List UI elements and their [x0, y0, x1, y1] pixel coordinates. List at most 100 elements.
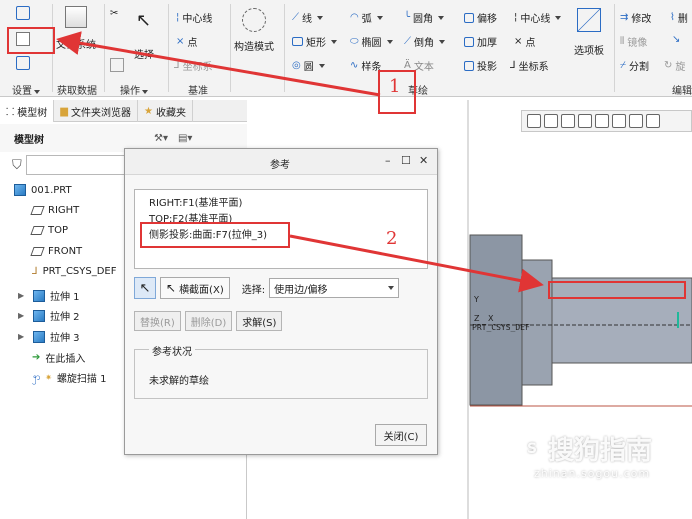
tree-item-extrude-3[interactable]: ▶ 拉伸 3	[18, 329, 80, 344]
file-system-icon	[65, 6, 87, 28]
delete-button[interactable]: 删除(D)	[184, 311, 233, 331]
paste-icon[interactable]	[110, 58, 124, 72]
arc-button[interactable]: ◠ 弧	[350, 10, 383, 25]
maximize-icon[interactable]: ☐	[401, 154, 411, 167]
expand-icon[interactable]: ▶	[18, 291, 28, 300]
palette-button[interactable]: 选项板	[574, 8, 604, 57]
group-get-data: 获取数据	[57, 86, 97, 97]
insert-arrow-icon: ➔	[32, 352, 41, 363]
saved-views-icon[interactable]	[612, 114, 626, 128]
datum-display-icon[interactable]	[646, 114, 660, 128]
tree-settings-icon[interactable]: ⚒▾	[154, 133, 168, 144]
view-toolbar	[521, 110, 692, 132]
repaint-icon[interactable]	[578, 114, 592, 128]
cursor-icon: ↖	[166, 281, 177, 295]
annotation-box-edge	[548, 281, 686, 299]
action-row: 替换(R) 删除(D) 求解(S)	[134, 311, 283, 331]
tab-folder-browser[interactable]: ▆ 文件夹浏览器	[54, 100, 138, 122]
axis-z-label: Z	[474, 314, 480, 323]
zoom-in-icon[interactable]	[544, 114, 558, 128]
sketch-setup-icon[interactable]	[16, 6, 30, 20]
sketch-view-icon[interactable]	[629, 114, 643, 128]
minimize-icon[interactable]: –	[385, 154, 391, 167]
circle-button[interactable]: ◎ 圆	[292, 58, 325, 73]
extra-edit-icon[interactable]: ↘	[672, 34, 680, 45]
file-system-button[interactable]: 文件系统	[56, 6, 96, 51]
cursor-icon: ↖	[139, 280, 151, 296]
modify-button[interactable]: ⇉ 修改	[620, 10, 651, 25]
expand-icon[interactable]: ▶	[18, 332, 28, 341]
group-operations[interactable]: 操作	[120, 82, 148, 97]
part-icon	[14, 184, 26, 196]
offset-button[interactable]: 偏移	[464, 10, 497, 25]
close-icon[interactable]: ✕	[419, 154, 428, 167]
close-button[interactable]: 关闭(C)	[375, 424, 427, 446]
group-settings[interactable]: 设置	[12, 82, 40, 97]
annotation-number-1: 1	[389, 76, 401, 97]
tree-search-input[interactable]	[25, 155, 136, 175]
expand-icon[interactable]: ▶	[18, 311, 28, 320]
tab-favorites[interactable]: ★ 收藏夹	[138, 100, 193, 122]
tree-item-helical-sweep[interactable]: ꩭ ✷ 螺旋扫描 1	[32, 370, 106, 385]
solve-button[interactable]: 求解(S)	[236, 311, 283, 331]
sketch-point-button[interactable]: × 点	[514, 34, 535, 49]
tree-item-csys[interactable]: ⅃ PRT_CSYS_DEF	[32, 266, 117, 277]
ellipse-button[interactable]: ⬭ 椭圆	[350, 34, 393, 49]
extrude-icon	[33, 289, 45, 302]
select-button[interactable]: 选择	[134, 46, 154, 61]
select-reference-button[interactable]: ↖	[134, 277, 156, 299]
display-style-icon[interactable]	[595, 114, 609, 128]
fillet-button[interactable]: ╰ 圆角	[404, 10, 445, 25]
tree-columns-icon[interactable]: ▤▾	[178, 133, 192, 144]
sketch-centerline-button[interactable]: ¦ 中心线	[514, 10, 562, 25]
project-button[interactable]: 投影	[464, 58, 497, 73]
tree-item-part[interactable]: 001.PRT	[14, 184, 72, 196]
select-mode-dropdown[interactable]: 使用边/偏移	[269, 278, 400, 298]
datum-csys-button[interactable]: ⅃ 坐标系	[174, 58, 213, 73]
thicken-button[interactable]: 加厚	[464, 34, 497, 49]
delete-segment-button[interactable]: ⌇ 删	[670, 10, 688, 25]
separator	[168, 4, 169, 92]
status-legend: 参考状况	[149, 343, 195, 358]
datum-point-button[interactable]: × 点	[176, 34, 197, 49]
tree-item-extrude-1[interactable]: ▶ 拉伸 1	[18, 288, 80, 303]
replace-button[interactable]: 替换(R)	[134, 311, 181, 331]
cross-section-button[interactable]: ↖ 横截面(X)	[160, 277, 230, 299]
tree-item-insert-here[interactable]: ➔ 在此插入	[32, 350, 85, 365]
tree-item-right[interactable]: RIGHT	[30, 205, 79, 216]
axis-y-label: Y	[474, 295, 479, 304]
dialog-titlebar[interactable]: 参考 – ☐ ✕	[125, 149, 437, 175]
filter-icon[interactable]: ⛉	[12, 158, 22, 173]
plane-icon	[30, 226, 45, 235]
csys-icon: ⅃	[32, 266, 38, 277]
separator	[230, 4, 231, 92]
divide-button[interactable]: ⌿ 分割	[620, 58, 649, 73]
tree-item-extrude-2[interactable]: ▶ 拉伸 2	[18, 308, 80, 323]
zoom-out-icon[interactable]	[561, 114, 575, 128]
reference-item[interactable]: RIGHT:F1(基准平面)	[149, 194, 242, 209]
palette-icon	[577, 8, 601, 32]
tab-model-tree[interactable]: ⸬ 模型树	[0, 100, 55, 122]
construction-mode-button[interactable]: 构造模式	[234, 8, 274, 53]
references-dialog: 参考 – ☐ ✕ RIGHT:F1(基准平面) TOP:F2(基准平面) 侧影投…	[124, 148, 438, 455]
datum-centerline-button[interactable]: ¦ 中心线	[176, 10, 212, 25]
tree-item-top[interactable]: TOP	[30, 225, 68, 236]
extrude-icon	[33, 330, 45, 343]
new-feature-icon: ✷	[45, 373, 52, 382]
chamfer-button[interactable]: ⟋ 倒角	[404, 34, 445, 49]
group-datum: 基准	[188, 86, 208, 97]
refit-icon[interactable]	[527, 114, 541, 128]
sketch-csys-button[interactable]: ⅃ 坐标系	[510, 58, 549, 73]
plane-icon	[30, 206, 45, 215]
rotate-resize-button[interactable]: ↻ 旋	[664, 58, 685, 73]
line-button[interactable]: ⟋ 线	[292, 10, 323, 25]
tree-item-front[interactable]: FRONT	[30, 246, 82, 257]
folder-icon: ▆	[60, 105, 68, 117]
separator	[284, 4, 285, 92]
select-cursor-icon[interactable]: ↖	[136, 10, 151, 31]
cut-icon[interactable]: ✂	[110, 8, 118, 19]
sketch-view-icon[interactable]	[16, 56, 30, 70]
mirror-button[interactable]: ⫴ 镜像	[620, 34, 647, 49]
spline-button[interactable]: ∿ 样条	[350, 58, 381, 73]
rectangle-button[interactable]: 矩形	[292, 34, 337, 49]
